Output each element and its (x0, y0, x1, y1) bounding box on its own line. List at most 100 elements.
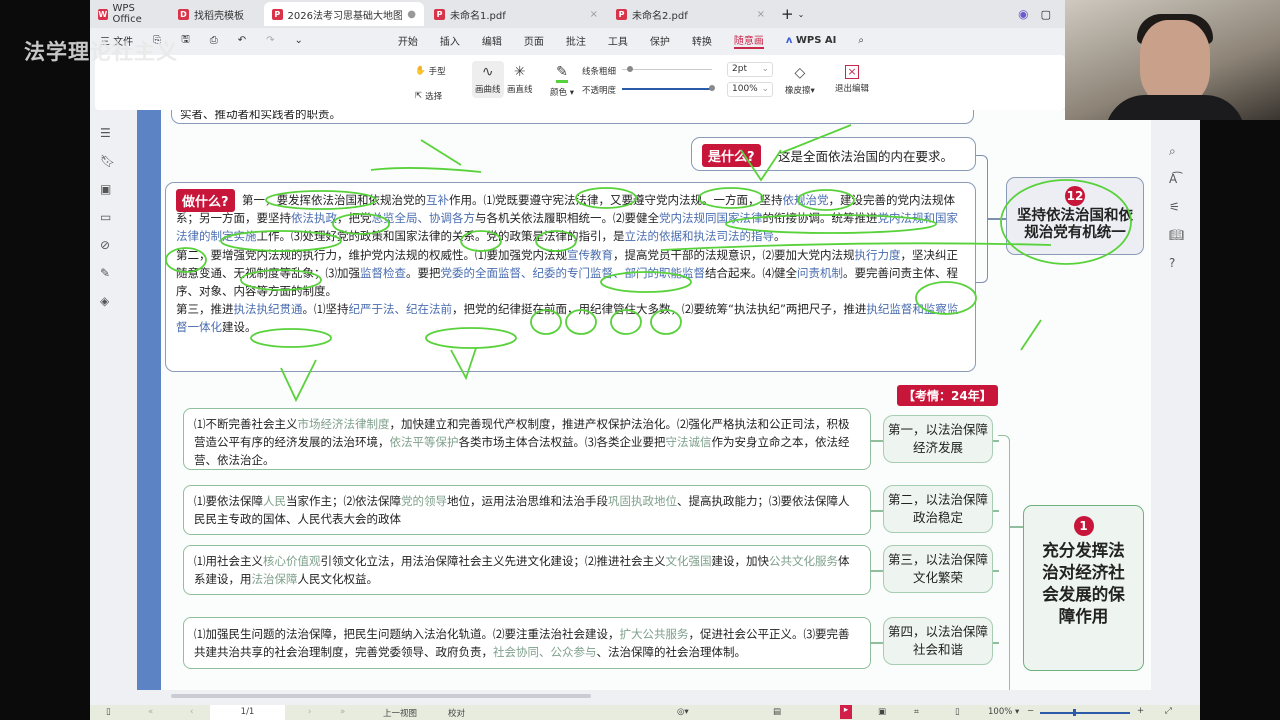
bookmark-icon[interactable]: 🔖︎ (100, 154, 115, 168)
search-icon[interactable]: ⌕ (1169, 144, 1176, 159)
close-tab-icon[interactable]: ● (407, 9, 416, 20)
next-page-icon[interactable]: › (308, 707, 311, 717)
document-page: 实者、推动者和实践者的职责。 是什么? 这是全面依法治国的内在要求。 做什么? … (161, 110, 1151, 690)
attachment-icon[interactable]: ⊘ (100, 238, 110, 252)
tab-unnamed1[interactable]: P 未命名1.pdf × (426, 2, 606, 26)
highlighted-term: 巩固执政地位 (608, 494, 677, 508)
menu-convert[interactable]: 转换 (692, 33, 712, 48)
zoom-select[interactable]: 100% ▾ (988, 707, 1019, 717)
connector (871, 642, 883, 644)
draw-line-button[interactable]: ✳ 画直线 (507, 64, 533, 95)
horizontal-scrollbar[interactable] (161, 691, 1151, 701)
highlighted-term: 执法执纪贯通 (233, 302, 303, 317)
first-page-icon[interactable]: « (148, 707, 153, 717)
single-page-icon[interactable]: ▤ (773, 707, 781, 717)
menu-page[interactable]: 页面 (524, 33, 544, 48)
exit-edit-button[interactable]: × 退出编辑 (835, 65, 869, 94)
eye-protect-icon[interactable]: ◎▾ (677, 707, 689, 717)
undo-icon[interactable]: ↶ (238, 35, 246, 46)
zoom-in-icon[interactable]: + (1137, 706, 1144, 716)
highlighted-term: 依规治党 (782, 193, 829, 207)
do-paragraph: 第三，推进执法执纪贯通。⑴坚持纪严于法、纪在法前，把党的纪律挺在前面，用纪律管住… (176, 300, 965, 336)
text-segment: 。要把 (406, 265, 441, 280)
menu-insert[interactable]: 插入 (440, 33, 460, 48)
tab-wps-office[interactable]: W WPS Office (90, 2, 168, 26)
tab-label: 2026法考习思基础大地图资源文件 (287, 10, 403, 22)
color-button[interactable]: ✎ 颜色 ▾ (550, 64, 574, 98)
print-icon[interactable]: ⎙ (210, 35, 218, 46)
signature-icon[interactable]: ✎ (100, 266, 110, 280)
tab-label: 未命名1.pdf (450, 10, 506, 22)
section-content-box: ⑴用社会主义核心价值观引领文化立法，用法治保障社会主义先进文化建设；⑵推进社会主… (183, 545, 871, 595)
connector (871, 570, 883, 572)
layers-icon[interactable]: ◈ (100, 294, 109, 308)
right-sidebar: ⌕ A͡ ⚟ 📖︎ ? (1153, 110, 1200, 705)
label: 颜色 (550, 88, 568, 98)
hand-tool-button[interactable]: ✋ 手型 (415, 65, 446, 77)
play-icon[interactable]: ▸ (840, 705, 852, 719)
redo-icon[interactable]: ↷ (266, 35, 274, 46)
outline-icon[interactable]: ☰ (100, 126, 111, 140)
window-restore-icon[interactable]: ▢ (1041, 8, 1051, 21)
settings-sliders-icon[interactable]: ⚟ (1169, 200, 1180, 214)
fit-page-icon[interactable]: ▣ (878, 707, 886, 717)
opacity-slider[interactable] (622, 85, 715, 91)
highlighted-term: 法治保障 (251, 572, 298, 586)
save-icon[interactable]: 🖫 (181, 32, 190, 49)
label: 橡皮擦 (785, 86, 811, 96)
close-tab-icon[interactable]: × (590, 9, 598, 20)
help-icon[interactable]: ? (1169, 256, 1175, 270)
proofread-button[interactable]: 校对 (448, 707, 465, 719)
wps-window: W WPS Office D 找稻壳模板 P 2026法考习思基础大地图资源文件 ● P… (90, 0, 1200, 720)
draw-curve-button[interactable]: ∿ 画曲线 (472, 61, 504, 98)
menu-annotate[interactable]: 批注 (566, 33, 586, 48)
menu-start[interactable]: 开始 (398, 33, 418, 48)
fit-width-icon[interactable]: ⌗ (914, 707, 919, 717)
search-icon[interactable]: ⌕ (858, 35, 864, 46)
thickness-select[interactable]: 2pt ⌄ (727, 62, 773, 77)
tab-active-document[interactable]: P 2026法考习思基础大地图资源文件 ● (264, 2, 424, 26)
text-segment: 结合起来。⑷健全 (705, 265, 797, 280)
new-tab-icon[interactable]: + (781, 5, 794, 23)
tab-unnamed2[interactable]: P 未命名2.pdf × (608, 2, 773, 26)
eraser-button[interactable]: ◇ 橡皮擦▾ (785, 65, 815, 96)
zoom-out-icon[interactable]: − (1027, 706, 1034, 716)
thickness-slider[interactable] (622, 66, 712, 72)
zoom-slider[interactable] (1040, 709, 1130, 716)
reader-icon[interactable]: 📖︎ (1169, 228, 1184, 242)
tab-docer[interactable]: D 找稻壳模板 (170, 2, 262, 26)
close-tab-icon[interactable]: × (757, 9, 765, 20)
text-segment: 作用。⑴党既要遵守宪法法律，又要遵守党内法规。一方面，坚持 (449, 193, 783, 207)
menu-freehand[interactable]: 随意画 (733, 32, 764, 49)
bookmark-view-icon[interactable]: ▯ (955, 707, 960, 717)
menu-wps-ai[interactable]: ʌ WPS AI (786, 35, 837, 46)
last-page-icon[interactable]: » (340, 707, 345, 717)
section-content-box: ⑴不断完善社会主义市场经济法律制度，加快建立和完善现代产权制度，推进产权保护法治… (183, 408, 871, 470)
chevron-down-icon[interactable]: ⌄ (295, 35, 303, 46)
menu-tools[interactable]: 工具 (608, 33, 628, 48)
docer-icon: D (178, 8, 189, 20)
menu-edit[interactable]: 编辑 (482, 33, 502, 48)
thumbnail-icon[interactable]: ▣ (100, 182, 111, 196)
hand-icon: ✋ (415, 66, 426, 76)
previous-view-button[interactable]: 上一视图 (383, 707, 417, 719)
left-sidebar: ☰ 🔖︎ ▣ ▭ ⊘ ✎ ◈ (90, 110, 135, 705)
text-segment: ⑴要依法保障 (194, 494, 263, 508)
opacity-select[interactable]: 100% ⌄ (727, 82, 773, 97)
translate-icon[interactable]: A͡ (1169, 172, 1177, 186)
chevron-down-icon[interactable]: ⌄ (798, 10, 805, 19)
prev-page-icon[interactable]: ‹ (190, 707, 193, 717)
menu-protect[interactable]: 保护 (650, 33, 670, 48)
select-tool-button[interactable]: ⇱ 选择 (415, 90, 442, 102)
exam-badge: 【考情：24年】 (897, 385, 998, 406)
topic-title: 坚持依法治国和依规治党有机统一 (1017, 208, 1133, 241)
ai-assistant-icon[interactable]: ◉ (1018, 7, 1028, 21)
text-segment: 建设，加快 (711, 554, 770, 568)
text-segment: 人民文化权益。 (297, 572, 379, 586)
text-segment: 引领文化立法，用法治保障社会主义先进文化建设；⑵推进社会主义 (320, 554, 666, 568)
page-number-input[interactable]: 1/1 (210, 705, 285, 720)
sidebar-toggle-icon[interactable]: ▯ (106, 707, 111, 717)
label: 退出编辑 (835, 84, 870, 94)
comment-icon[interactable]: ▭ (100, 210, 111, 224)
fullscreen-icon[interactable]: ⤢ (1165, 706, 1172, 716)
